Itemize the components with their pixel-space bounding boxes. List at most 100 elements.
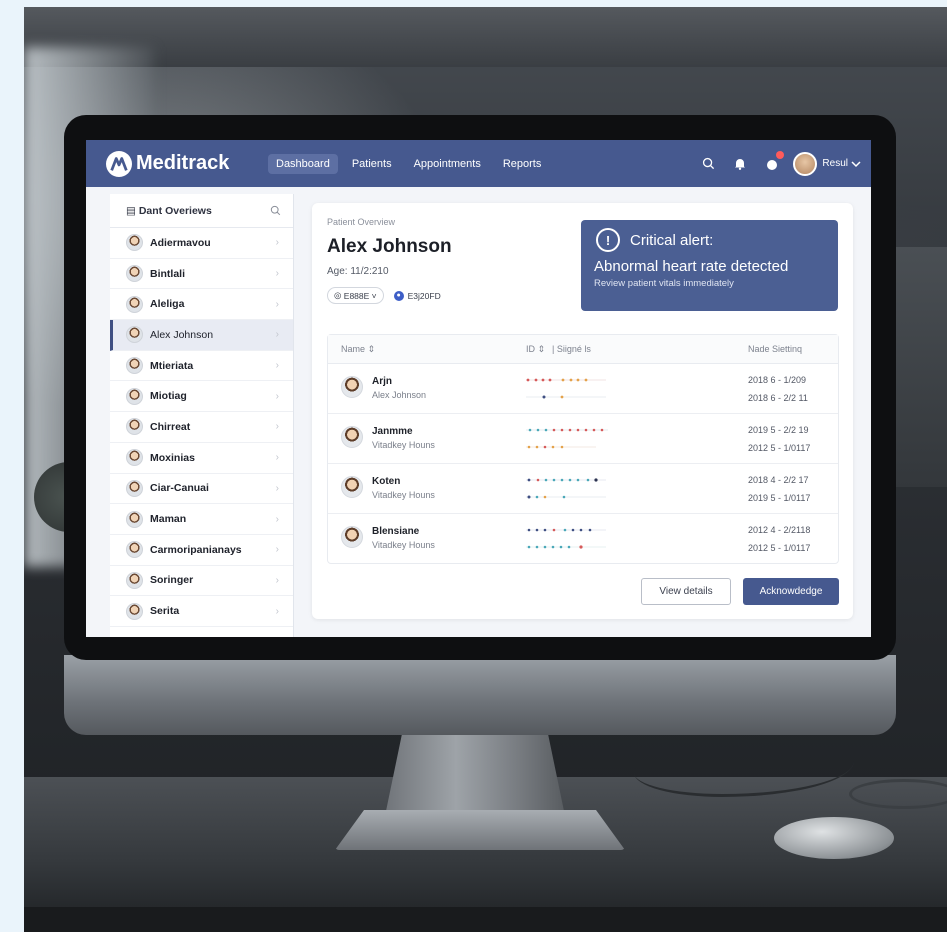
view-details-button[interactable]: View details xyxy=(641,578,731,605)
chevron-right-icon: › xyxy=(275,268,279,280)
bell-icon[interactable] xyxy=(729,153,751,175)
row-name: Koten xyxy=(372,476,401,487)
tab-dashboard[interactable]: Dashboard xyxy=(268,153,338,174)
sidebar-item[interactable]: Moxinias › xyxy=(110,443,293,474)
row-sub: Vitadkey Houns xyxy=(372,540,435,550)
chevron-down-icon[interactable] xyxy=(851,160,861,168)
row-name: Janmme xyxy=(372,426,413,437)
nav-actions: Resul xyxy=(697,140,861,187)
row-sub: Vitadkey Houns xyxy=(372,440,435,450)
nav-tabs: Dashboard Patients Appointments Reports xyxy=(268,153,555,174)
meditrack-logo-icon xyxy=(106,150,132,177)
avatar xyxy=(126,357,143,375)
row-date: 2019 5 - 2/2 19 xyxy=(748,425,809,435)
avatar xyxy=(126,602,143,620)
signal-sparkline xyxy=(526,478,606,482)
avatar xyxy=(341,426,363,448)
search-icon[interactable] xyxy=(697,153,719,175)
search-icon[interactable] xyxy=(270,205,281,216)
sidebar-item[interactable]: Maman › xyxy=(110,504,293,535)
chip-text: E3j20FD xyxy=(407,290,441,301)
chevron-right-icon: › xyxy=(275,574,279,586)
sidebar-item-label: Mtieriata xyxy=(150,359,194,372)
sidebar-item[interactable]: Serita › xyxy=(110,596,293,627)
desk-edge xyxy=(24,907,947,932)
user-name[interactable]: Resul xyxy=(822,158,848,169)
table-row[interactable]: Koten Vitadkey Houns 2018 4 - 2/2 17 201… xyxy=(328,464,838,514)
sidebar-item[interactable]: Carmoripanianays › xyxy=(110,535,293,566)
col-signals[interactable]: | Siigné ls xyxy=(552,344,591,354)
chevron-right-icon: › xyxy=(275,605,279,617)
patient-name: Alex Johnson xyxy=(327,236,452,257)
tab-patients[interactable]: Patients xyxy=(344,154,400,174)
record-chip[interactable]: ● E3j20FD xyxy=(393,290,441,301)
sidebar-item[interactable]: Chirreat › xyxy=(110,412,293,443)
user-avatar[interactable] xyxy=(793,151,818,176)
sidebar-item-label: Adiermavou xyxy=(150,236,211,249)
tab-reports[interactable]: Reports xyxy=(495,154,550,174)
sidebar-item-label: Ciar-Canuai xyxy=(150,482,209,495)
acknowledge-button[interactable]: Acknowdedge xyxy=(743,578,839,605)
avatar xyxy=(126,234,143,252)
col-name-label: Name xyxy=(341,344,366,354)
col-id[interactable]: ID ⇕ xyxy=(526,344,545,355)
signal-sparkline xyxy=(526,395,606,399)
critical-alert[interactable]: ! Critical alert: Abnormal heart rate de… xyxy=(581,220,838,311)
sidebar-item[interactable]: Ciar-Canuai › xyxy=(110,474,293,505)
sidebar-item[interactable]: Bintlali › xyxy=(110,259,293,290)
record-icon: ● xyxy=(393,290,404,301)
sidebar-item[interactable]: Mtieriata › xyxy=(110,351,293,382)
sidebar-item[interactable]: Aleliga › xyxy=(110,289,293,321)
sidebar-item-label: Bintlali xyxy=(150,267,186,280)
signal-sparkline xyxy=(526,428,608,432)
row-name: Blensiane xyxy=(372,526,420,537)
signal-sparkline xyxy=(526,445,596,449)
row-sub: Alex Johnson xyxy=(372,390,427,400)
sidebar-item-label: Serita xyxy=(150,605,180,618)
monitor-foot xyxy=(335,810,625,850)
computer-mouse xyxy=(774,817,894,859)
chevron-right-icon: › xyxy=(275,390,279,402)
sidebar-item-label: Alex Johnson xyxy=(150,328,214,341)
row-name: Arjn xyxy=(372,376,392,387)
id-chip[interactable]: ◎ E888E ˅ xyxy=(327,287,384,304)
notification-dot xyxy=(776,150,785,159)
row-date: 2018 6 - 2/2 11 xyxy=(748,393,808,403)
table-row[interactable]: Blensiane Vitadkey Houns 2012 4 - 2/2118… xyxy=(328,514,838,564)
chip-text: E888E xyxy=(343,290,370,301)
col-name[interactable]: Name ⇕ xyxy=(341,344,375,355)
overview-label: Patient Overview xyxy=(327,217,396,227)
row-date: 2018 4 - 2/2 17 xyxy=(748,475,809,485)
signal-sparkline xyxy=(526,545,606,549)
tab-appointments[interactable]: Appointments xyxy=(406,154,489,174)
avatar xyxy=(126,326,143,344)
chevron-down-icon: ˅ xyxy=(369,290,377,301)
sort-icon: ⇕ xyxy=(537,344,546,354)
avatar xyxy=(126,449,143,467)
table-row[interactable]: Janmme Vitadkey Houns 2019 5 - 2/2 19 20… xyxy=(328,414,838,464)
sidebar-item-active[interactable]: Alex Johnson › xyxy=(110,320,293,351)
sidebar-header: ▤ Dant Overiews xyxy=(110,194,293,228)
monitor-chin xyxy=(64,655,896,735)
avatar xyxy=(126,479,143,497)
alert-subtext: Review patient vitals immediately xyxy=(594,278,734,289)
col-setting[interactable]: Nade Siettinq xyxy=(748,344,802,354)
sidebar-item-label: Moxinias xyxy=(150,451,195,464)
chevron-right-icon: › xyxy=(275,329,279,341)
chevron-right-icon: › xyxy=(275,544,279,556)
avatar xyxy=(341,376,363,398)
sidebar-item[interactable]: Soringer › xyxy=(110,566,293,597)
notification-icon[interactable] xyxy=(761,150,785,175)
sidebar-item[interactable]: Adiermavou › xyxy=(110,228,293,259)
row-date: 2012 4 - 2/2118 xyxy=(748,525,811,535)
brand[interactable]: Meditrack xyxy=(106,150,256,177)
sidebar-title-text: Dant Overiews xyxy=(138,204,212,217)
alert-message: Abnormal heart rate detected xyxy=(594,258,789,275)
table-row[interactable]: Arjn Alex Johnson 2018 6 - 1/209 2018 6 … xyxy=(328,364,838,414)
row-date: 2012 5 - 1/0117 xyxy=(748,543,811,553)
sidebar-item-label: Miotiag xyxy=(150,390,187,403)
sidebar-item-label: Chirreat xyxy=(150,420,191,433)
row-date: 2019 5 - 1/0117 xyxy=(748,493,811,503)
patient-chips: ◎ E888E ˅ ● E3j20FD xyxy=(327,287,451,304)
sidebar-item[interactable]: Miotiag › xyxy=(110,381,293,413)
